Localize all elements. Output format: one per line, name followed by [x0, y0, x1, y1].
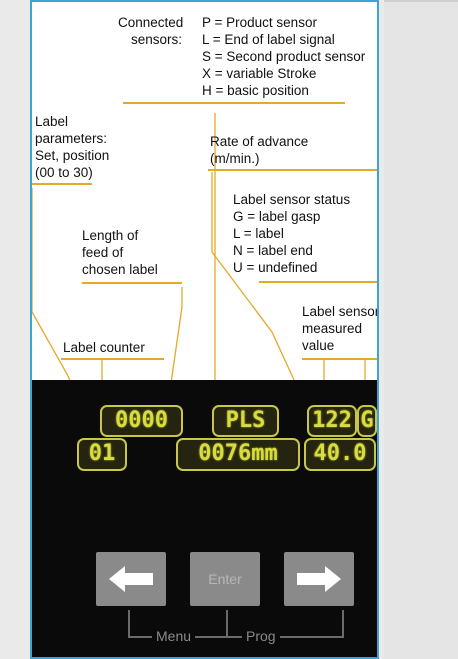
- length-line: feed of: [82, 245, 124, 260]
- lcd-label-param: 01: [77, 438, 127, 471]
- control-panel: 0000 PLS 122 G 01 0076mm 40.0 Enter Menu…: [32, 380, 377, 657]
- prog-label: Prog: [242, 628, 280, 644]
- diagram-frame: Connected sensors: P = Product sensor L …: [30, 0, 379, 659]
- menu-label: Menu: [152, 628, 196, 644]
- left-arrow-icon: [109, 566, 153, 592]
- measured-line: Label sensor –: [302, 304, 379, 319]
- status-heading: Label sensor status: [233, 192, 351, 207]
- label-params-line: parameters:: [35, 131, 108, 146]
- rate-line: Rate of advance: [210, 134, 309, 149]
- lcd-sensors: PLS: [212, 405, 279, 437]
- annotation-area: Connected sensors: P = Product sensor L …: [32, 2, 379, 440]
- lcd-measured-value: 122: [307, 405, 357, 437]
- enter-label: Enter: [208, 571, 242, 587]
- connected-item: S = Second product sensor: [202, 49, 366, 64]
- connected-item: P = Product sensor: [202, 15, 317, 30]
- measured-line: measured: [302, 321, 363, 336]
- lcd-rate: 40.0: [304, 438, 376, 471]
- page-sidebar: [384, 0, 458, 659]
- status-underline: [259, 281, 377, 283]
- lcd-counter: 0000: [100, 405, 183, 437]
- connected-item: L = End of label signal: [202, 32, 335, 47]
- counter-label: Label counter: [63, 340, 145, 355]
- label-params-line: Label: [35, 114, 69, 129]
- length-underline: [82, 282, 182, 284]
- status-item: L = label: [233, 226, 284, 241]
- status-item: U = undefined: [233, 260, 318, 275]
- connected-item: X = variable Stroke: [202, 66, 317, 81]
- status-item: G = label gasp: [233, 209, 321, 224]
- connected-underline: [123, 102, 345, 104]
- left-button[interactable]: [96, 552, 166, 606]
- connected-heading-1: Connected: [118, 15, 184, 30]
- lcd-status: G: [357, 405, 377, 437]
- status-item: N = label end: [233, 243, 313, 258]
- measured-line: value: [302, 338, 335, 353]
- measured-underline: [302, 358, 377, 360]
- lcd-length: 0076mm: [176, 438, 300, 471]
- label-params-line: Set, position: [35, 148, 110, 163]
- label-params-underline: [32, 183, 92, 185]
- sidebar-cap: [384, 0, 458, 2]
- connected-heading-2: sensors:: [131, 32, 183, 47]
- connected-item: H = basic position: [202, 83, 309, 98]
- length-line: Length of: [82, 228, 139, 243]
- label-params-line: (00 to 30): [35, 165, 93, 180]
- rate-underline: [208, 169, 377, 171]
- rate-line: (m/min.): [210, 151, 260, 166]
- counter-underline: [61, 358, 164, 360]
- right-button[interactable]: [284, 552, 354, 606]
- enter-button[interactable]: Enter: [190, 552, 260, 606]
- right-arrow-icon: [297, 566, 341, 592]
- length-line: chosen label: [82, 262, 158, 277]
